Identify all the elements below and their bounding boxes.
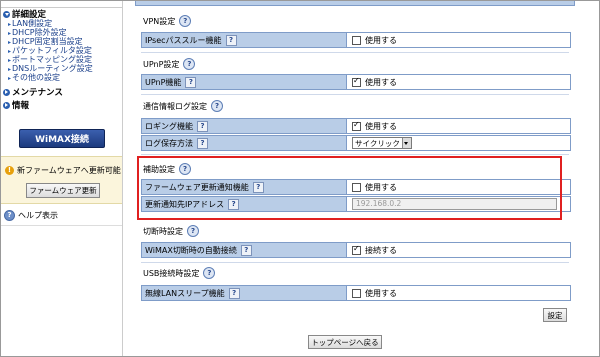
row-auto-reconnect: WiMAX切断時の自動接続 ? 接続する — [141, 242, 571, 258]
section-title-upnp-text: UPnP設定 — [143, 59, 180, 69]
highlight-box — [137, 156, 562, 220]
question-icon[interactable]: ? — [225, 34, 237, 46]
sidebar-section-info-label: 情報 — [12, 101, 30, 111]
question-icon[interactable]: ? — [228, 287, 240, 299]
section-title-disconnect: 切断時設定 ? — [143, 225, 199, 237]
help-toggle-label: ヘルプ表示 — [18, 211, 58, 220]
row-value-cell: 使用する — [347, 286, 570, 300]
back-to-top-button[interactable]: トップページへ戻る — [308, 335, 382, 349]
log-storage-select-value: サイクリック — [355, 138, 400, 148]
section-divider — [141, 52, 569, 53]
logging-checkbox-label: 使用する — [365, 121, 397, 131]
chevron-down-icon — [401, 138, 411, 148]
logging-checkbox[interactable] — [352, 120, 361, 131]
question-icon[interactable]: ? — [185, 76, 197, 88]
row-value-cell: サイクリック — [347, 136, 570, 150]
wimax-connect-button[interactable]: WiMAX接続 — [19, 129, 105, 148]
row-label-auto-reconnect: WiMAX切断時の自動接続 — [145, 245, 237, 255]
sidebar: 詳細設定 LAN側設定 DHCP除外設定 DHCP固定割当設定 パケットフィルタ… — [1, 1, 123, 356]
row-ipsec-passthrough: IPsecパススルー機能 ? 使用する — [141, 32, 571, 48]
row-value-cell: 使用する — [347, 119, 570, 133]
sidebar-section-maintenance-label: メンテナンス — [12, 88, 63, 98]
question-icon[interactable]: ? — [211, 100, 223, 112]
row-upnp: UPnP機能 ? 使用する — [141, 74, 571, 90]
row-value-cell: 使用する — [347, 33, 570, 47]
row-label-cell: ログ保存方法 ? — [142, 136, 347, 150]
question-icon[interactable]: ? — [183, 58, 196, 70]
question-icon[interactable]: ? — [203, 267, 216, 279]
sidebar-item-other[interactable]: その他の設定 — [8, 72, 60, 83]
row-label-cell: IPsecパススルー機能 ? — [142, 33, 347, 47]
arrow-right-icon — [3, 101, 10, 109]
arrow-right-icon — [3, 88, 10, 96]
row-label-log-storage: ログ保存方法 — [145, 138, 193, 148]
auto-reconnect-checkbox-label: 接続する — [365, 245, 397, 255]
row-label-cell: 無線LANスリープ機能 ? — [142, 286, 347, 300]
wlan-sleep-checkbox-label: 使用する — [365, 288, 397, 298]
question-icon: ? — [4, 210, 15, 221]
set-button[interactable]: 設定 — [543, 308, 567, 322]
row-log-storage: ログ保存方法 ? サイクリック — [141, 135, 571, 151]
section-title-upnp: UPnP設定 ? — [143, 58, 196, 70]
question-icon[interactable]: ? — [179, 15, 192, 27]
section-title-disconnect-text: 切断時設定 — [143, 226, 183, 236]
sidebar-top-edge — [1, 1, 123, 8]
row-label-wlan-sleep: 無線LANスリープ機能 — [145, 288, 225, 298]
firmware-notice-text: 新ファームウェアへ更新可能 — [17, 166, 121, 175]
section-title-usb: USB接続時設定 ? — [143, 267, 216, 279]
info-icon: ! — [5, 166, 14, 175]
previous-section-strip — [135, 1, 575, 6]
question-icon[interactable]: ? — [240, 244, 252, 256]
row-label-cell: WiMAX切断時の自動接続 ? — [142, 243, 347, 257]
arrow-down-icon — [3, 10, 10, 18]
sidebar-divider — [1, 225, 123, 226]
row-label-cell: UPnP機能 ? — [142, 75, 347, 89]
row-label-cell: ロギング機能 ? — [142, 119, 347, 133]
section-title-log-text: 通信情報ログ設定 — [143, 101, 207, 111]
row-value-cell: 接続する — [347, 243, 570, 257]
auto-reconnect-checkbox[interactable] — [352, 244, 361, 255]
sidebar-section-maintenance[interactable]: メンテナンス — [3, 86, 63, 98]
app-window: 詳細設定 LAN側設定 DHCP除外設定 DHCP固定割当設定 パケットフィルタ… — [0, 0, 600, 357]
row-label-ipsec: IPsecパススルー機能 — [145, 35, 222, 45]
wlan-sleep-checkbox[interactable] — [352, 288, 361, 298]
section-divider — [141, 154, 569, 155]
sidebar-section-info[interactable]: 情報 — [3, 99, 29, 111]
firmware-update-button[interactable]: ファームウェア更新 — [26, 183, 100, 198]
section-title-vpn-text: VPN設定 — [143, 16, 176, 26]
section-divider — [141, 262, 569, 263]
question-icon[interactable]: ? — [197, 120, 208, 132]
row-label-logging: ロギング機能 — [145, 121, 193, 131]
help-toggle[interactable]: ? ヘルプ表示 — [4, 210, 58, 221]
question-icon[interactable]: ? — [197, 137, 208, 149]
row-wlan-sleep: 無線LANスリープ機能 ? 使用する — [141, 285, 571, 301]
firmware-notice: ! 新ファームウェアへ更新可能 ファームウェア更新 — [1, 156, 123, 204]
upnp-checkbox-label: 使用する — [365, 77, 397, 87]
row-label-upnp: UPnP機能 — [145, 77, 182, 87]
ipsec-checkbox-label: 使用する — [365, 35, 397, 45]
upnp-checkbox[interactable] — [352, 76, 361, 87]
section-divider — [141, 94, 569, 95]
question-icon[interactable]: ? — [187, 225, 199, 237]
log-storage-select[interactable]: サイクリック — [352, 137, 412, 149]
section-title-vpn: VPN設定 ? — [143, 15, 192, 27]
section-title-log: 通信情報ログ設定 ? — [143, 100, 223, 112]
row-logging: ロギング機能 ? 使用する — [141, 118, 571, 134]
ipsec-checkbox[interactable] — [352, 35, 361, 45]
section-title-usb-text: USB接続時設定 — [143, 268, 200, 278]
row-value-cell: 使用する — [347, 75, 570, 89]
